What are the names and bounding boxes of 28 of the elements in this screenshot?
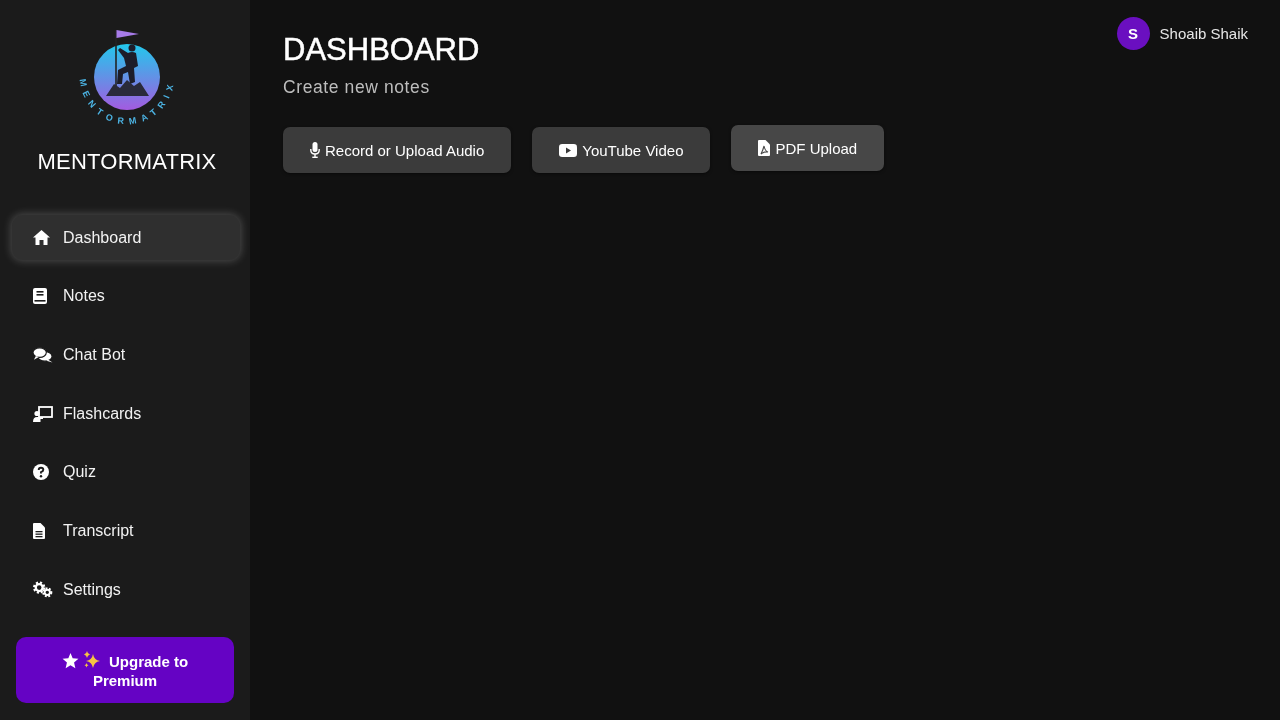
sidebar-item[interactable]: Dashboard [12, 215, 240, 260]
page-subtitle: Create new notes [283, 76, 431, 98]
book-icon [33, 288, 47, 305]
presenter-board-icon [33, 405, 53, 422]
gears-icon [33, 581, 53, 599]
upgrade-button[interactable]: Upgrade to Premium [16, 637, 234, 703]
user-avatar[interactable]: S [1116, 17, 1150, 50]
sidebar-item[interactable]: Flashcards [12, 391, 240, 437]
action-button[interactable]: YouTube Video [532, 127, 711, 173]
sidebar-item[interactable]: Chat Bot [12, 332, 240, 378]
sidebar-item[interactable]: Quiz [12, 449, 240, 495]
pdf-file-icon [758, 140, 771, 156]
action-button[interactable]: Record or Upload Audio [283, 127, 512, 173]
chat-bubbles-icon [33, 346, 53, 363]
user-name: Shoaib Shaik [1159, 25, 1248, 42]
sparkle-icon [82, 650, 101, 669]
microphone-icon [310, 142, 320, 158]
star-icon [61, 652, 79, 669]
brand-name: MENTORMATRIX [37, 149, 217, 175]
home-icon [33, 230, 50, 245]
question-circle-icon [33, 464, 49, 481]
sidebar-item[interactable]: Settings [12, 567, 240, 613]
page-title: DASHBOARD [283, 32, 480, 68]
document-icon [33, 522, 45, 539]
sidebar-item[interactable]: Transcript [12, 508, 240, 554]
action-button[interactable]: PDF Upload [731, 125, 885, 171]
play-button-icon [559, 143, 578, 157]
sidebar-item[interactable]: Notes [12, 273, 240, 319]
